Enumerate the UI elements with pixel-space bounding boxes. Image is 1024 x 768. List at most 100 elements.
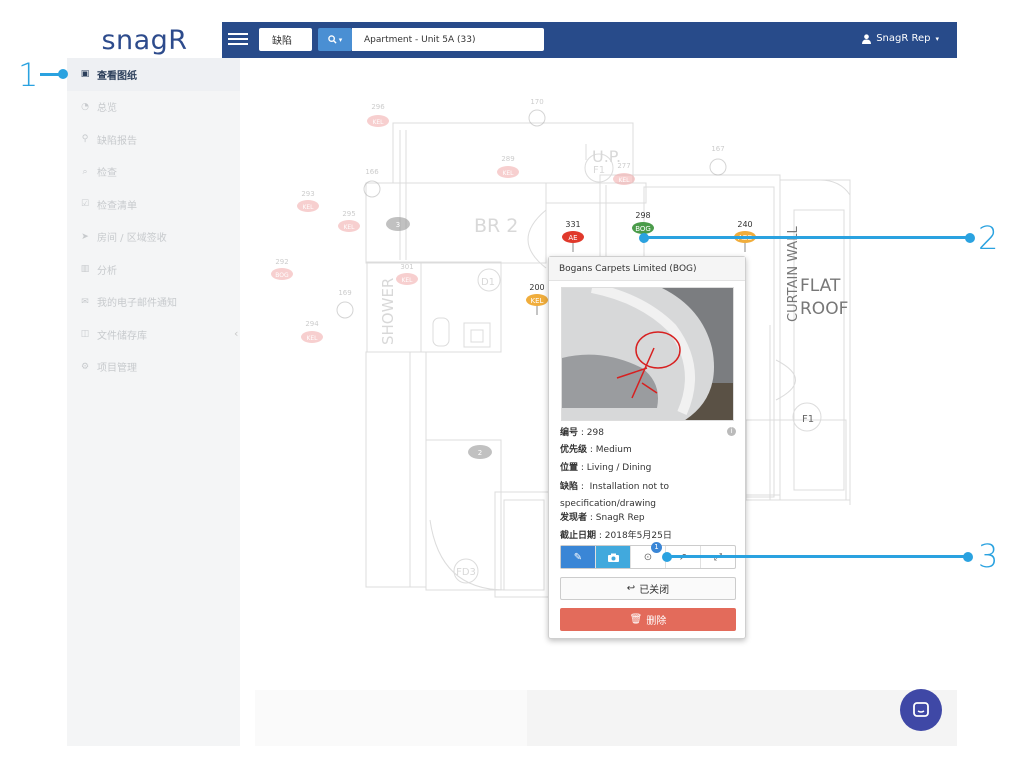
photo-button[interactable]	[596, 546, 631, 568]
door-label-f1b: F1	[802, 414, 814, 425]
svg-text:292: 292	[275, 258, 288, 266]
defect-popup: Bogans Carpets Limited (BOG) i 编号 : 298 …	[548, 256, 746, 639]
sidebar-item-label: 检查清单	[97, 200, 137, 212]
history-button[interactable]: ⊙ 1	[631, 542, 666, 568]
field-location: 位置 : Living / Dining	[560, 463, 652, 473]
checklist-icon: ☑	[80, 199, 90, 210]
defect-photo-image	[562, 288, 733, 420]
svg-text:KEL: KEL	[502, 170, 514, 177]
cogs-icon: ⚙	[80, 361, 90, 372]
pin-294: 294 KEL	[301, 320, 323, 343]
sidebar-item-analysis[interactable]: ▥ 分析	[67, 253, 240, 286]
room-label-shower: SHOWER	[379, 278, 397, 345]
pin-169: 169	[336, 289, 354, 319]
field-defect: 缺陷 : Installation not to specification/d…	[560, 482, 669, 509]
folder-icon: ◫	[80, 329, 90, 340]
svg-text:331: 331	[565, 220, 580, 229]
search-button[interactable]: ▾	[318, 28, 352, 51]
sidebar-item-email-notifications[interactable]: ✉ 我的电子邮件通知	[67, 286, 240, 319]
svg-text:170: 170	[530, 98, 543, 106]
callout-number-1: 1	[18, 56, 39, 94]
sidebar-item-defect-report[interactable]: ⚲ 缺陷报告	[67, 123, 240, 156]
sidebar-item-label: 文件储存库	[97, 330, 147, 342]
history-icon: ⊙	[643, 551, 653, 563]
sidebar-item-file-repository[interactable]: ◫ 文件储存库	[67, 318, 240, 351]
sidebar-item-label: 项目管理	[97, 363, 137, 375]
project-select[interactable]: Apartment - Unit 5A (33)	[352, 28, 544, 51]
door-label-fd3: FD3	[456, 567, 476, 578]
pin-292: 292 BOG	[271, 258, 293, 280]
svg-text:KEL: KEL	[343, 224, 355, 231]
room-label-br2: BR 2	[474, 215, 518, 237]
bottom-panel	[255, 690, 957, 746]
pin-2: 2	[468, 445, 492, 459]
pin-301: 301 KEL	[396, 263, 418, 285]
sidebar-item-label: 查看图纸	[97, 70, 137, 82]
logo-area[interactable]: snagR	[67, 22, 222, 58]
svg-text:KEL: KEL	[531, 297, 544, 305]
sidebar-item-inspection[interactable]: ⌕ 检查	[67, 156, 240, 189]
send-icon: ➤	[81, 231, 89, 242]
delete-button[interactable]: 🗑 删除	[560, 608, 736, 631]
callout-dot-3b	[963, 552, 973, 562]
pin-331: 331 AE	[562, 220, 584, 252]
sidebar-item-project-management[interactable]: ⚙ 项目管理	[67, 351, 240, 384]
delete-label: 删除	[646, 616, 667, 627]
sidebar-item-view-drawings[interactable]: ▣ 查看图纸	[67, 58, 240, 91]
pin-3: 3	[386, 217, 410, 231]
sidebar-item-label: 检查	[97, 168, 117, 180]
svg-text:KEL: KEL	[306, 335, 318, 342]
svg-text:294: 294	[305, 320, 319, 328]
sidebar-item-label: 总览	[97, 103, 117, 115]
sidebar-item-checklist[interactable]: ☑ 检查清单	[67, 188, 240, 221]
sidebar-collapse-icon[interactable]: ‹	[234, 327, 238, 340]
user-name: SnagR Rep	[876, 33, 931, 44]
sidebar-item-room-signoff[interactable]: ➤ 房间 / 区域签收	[67, 221, 240, 254]
closed-button[interactable]: ↩ 已关闭	[560, 577, 736, 600]
pin-289: 289 KEL	[497, 155, 519, 178]
sidebar-item-overview[interactable]: ◔ 总览	[67, 91, 240, 124]
caret-down-icon: ▾	[338, 35, 343, 44]
callout-number-2: 2	[978, 219, 999, 257]
popup-title: Bogans Carpets Limited (BOG)	[549, 257, 745, 281]
door-label-d1: D1	[481, 277, 495, 288]
pin-167: 167	[709, 145, 727, 176]
dashboard-icon: ◔	[81, 101, 89, 112]
sidebar-item-label: 缺陷报告	[97, 135, 137, 147]
info-icon[interactable]: i	[727, 427, 736, 436]
map-marker-icon: ⚲	[81, 134, 89, 145]
pin-293: 293 KEL	[297, 190, 319, 212]
svg-text:200: 200	[529, 283, 544, 292]
sidebar: ▣ 查看图纸 ◔ 总览 ⚲ 缺陷报告 ⌕ 检查 ☑ 检查清单 ➤ 房间 / 区域…	[67, 58, 240, 746]
svg-text:BOG: BOG	[275, 272, 289, 279]
pencil-icon: ✎	[573, 551, 583, 563]
search-icon: ⌕	[82, 166, 88, 177]
svg-text:166: 166	[365, 168, 379, 176]
edit-button[interactable]: ✎	[561, 546, 596, 568]
svg-text:3: 3	[396, 221, 400, 229]
svg-text:167: 167	[711, 145, 724, 153]
defect-photo[interactable]	[561, 287, 734, 421]
callout-line-3	[667, 555, 967, 558]
svg-text:KEL: KEL	[302, 204, 314, 211]
chat-button[interactable]	[900, 689, 942, 731]
app-root: snagR 缺陷 ▾ Apartment - Unit 5A (33) Snag…	[0, 0, 1024, 768]
field-priority: 优先级 : Medium	[560, 445, 632, 455]
field-number: 编号 : 298	[560, 428, 604, 438]
callout-number-3: 3	[978, 537, 999, 575]
history-count-badge: 1	[651, 542, 662, 553]
sidebar-item-label: 分析	[97, 265, 117, 277]
envelope-icon: ✉	[81, 296, 89, 307]
svg-text:240: 240	[737, 220, 752, 229]
chat-icon	[913, 702, 929, 717]
reply-icon: ↩	[626, 583, 636, 594]
search-icon	[327, 35, 337, 44]
type-select[interactable]: 缺陷	[259, 28, 312, 51]
pin-295: 295 KEL	[338, 210, 360, 232]
svg-text:298: 298	[635, 211, 650, 220]
menu-toggle-icon[interactable]	[228, 30, 248, 50]
svg-text:289: 289	[501, 155, 514, 163]
user-menu[interactable]: SnagR Rep ▾	[862, 33, 939, 44]
field-reporter: 发现者 : SnagR Rep	[560, 513, 645, 523]
svg-text:2: 2	[478, 449, 482, 457]
